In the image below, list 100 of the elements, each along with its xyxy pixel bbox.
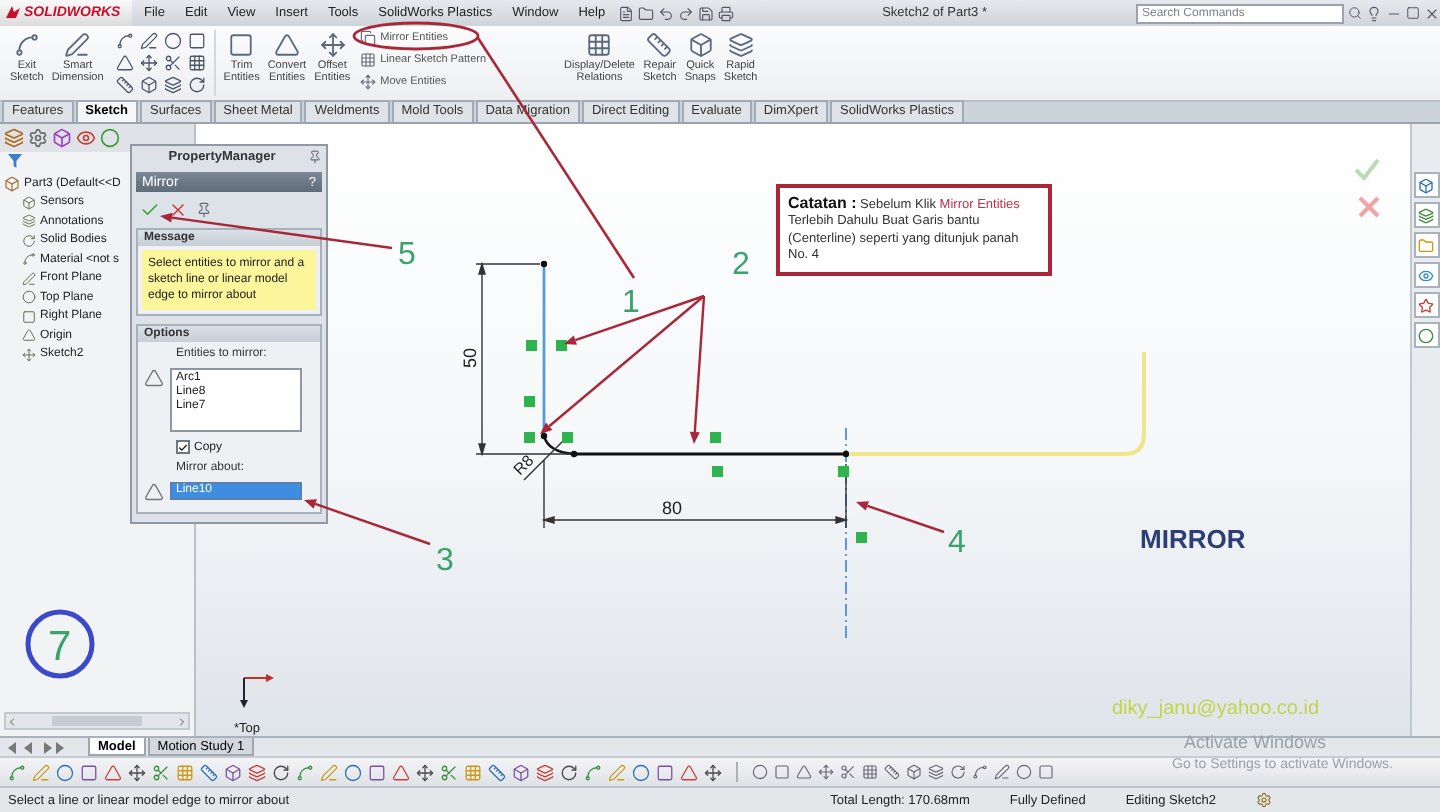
layers-icon[interactable] — [727, 32, 754, 58]
maximize-icon[interactable] — [1406, 6, 1420, 20]
copy-icon[interactable] — [360, 30, 377, 46]
curve-icon[interactable] — [8, 763, 26, 781]
rotate-icon[interactable] — [187, 76, 206, 94]
lightbulb-icon[interactable] — [1366, 5, 1382, 21]
scissors-icon[interactable] — [440, 763, 458, 781]
cancel-icon[interactable] — [168, 200, 188, 220]
redo-icon[interactable] — [677, 5, 694, 21]
move-icon[interactable] — [818, 764, 834, 780]
side-button[interactable] — [1413, 262, 1439, 288]
close-icon[interactable] — [1424, 5, 1440, 21]
triangle-icon[interactable] — [22, 328, 36, 343]
rotate-icon[interactable] — [22, 233, 36, 248]
side-button[interactable] — [1413, 202, 1439, 228]
layers-icon[interactable] — [4, 128, 24, 148]
undo-icon[interactable] — [657, 5, 674, 21]
side-button[interactable] — [1413, 292, 1439, 318]
layers-icon[interactable] — [248, 763, 266, 781]
cube-icon[interactable] — [22, 195, 36, 210]
circle-icon[interactable] — [22, 290, 36, 305]
pen-icon[interactable] — [139, 32, 158, 50]
cube-icon[interactable] — [52, 128, 72, 148]
cube-icon[interactable] — [512, 763, 530, 781]
save-icon[interactable] — [697, 5, 714, 21]
square-icon[interactable] — [187, 32, 206, 50]
ruler-icon[interactable] — [884, 764, 900, 780]
circle-icon[interactable] — [632, 763, 650, 781]
triangle-icon[interactable] — [273, 32, 300, 58]
cube-icon[interactable] — [139, 76, 158, 94]
scissors-icon[interactable] — [840, 764, 856, 780]
layers-icon[interactable] — [536, 763, 554, 781]
move-icon[interactable] — [704, 763, 722, 781]
circle-icon[interactable] — [163, 32, 182, 50]
grid-icon[interactable] — [187, 54, 206, 72]
gear-icon[interactable] — [1256, 792, 1272, 808]
rotate-icon[interactable] — [272, 763, 290, 781]
cube-icon[interactable] — [906, 764, 922, 780]
square-icon[interactable] — [80, 763, 98, 781]
move-icon[interactable] — [360, 74, 377, 90]
ruler-icon[interactable] — [488, 763, 506, 781]
pen-icon[interactable] — [994, 764, 1010, 780]
curve-icon[interactable] — [22, 252, 36, 267]
move-icon[interactable] — [22, 347, 36, 362]
grid-icon[interactable] — [360, 52, 377, 68]
curve-icon[interactable] — [296, 763, 314, 781]
relation-icon — [526, 340, 537, 351]
pen-icon[interactable] — [64, 32, 91, 58]
rotate-icon[interactable] — [560, 763, 578, 781]
curve-icon[interactable] — [972, 764, 988, 780]
circle-icon[interactable] — [752, 764, 768, 780]
curve-icon[interactable] — [584, 763, 602, 781]
checkbox[interactable] — [176, 440, 190, 454]
ruler-icon[interactable] — [200, 763, 218, 781]
eye-icon[interactable] — [76, 128, 96, 148]
grid-icon[interactable] — [586, 32, 613, 58]
triangle-icon[interactable] — [115, 54, 134, 72]
cube-icon[interactable] — [687, 32, 714, 58]
side-button[interactable] — [1413, 322, 1439, 348]
tab-navigation-icon[interactable] — [4, 741, 64, 753]
triangle-icon[interactable] — [796, 764, 812, 780]
triangle-icon[interactable] — [680, 763, 698, 781]
confirm-check-icon[interactable] — [1354, 158, 1380, 181]
search-icon[interactable] — [1348, 6, 1362, 20]
pen-icon[interactable] — [22, 271, 36, 286]
circle-icon[interactable] — [1016, 764, 1032, 780]
layers-icon[interactable] — [163, 76, 182, 94]
gear-icon[interactable] — [28, 128, 48, 148]
relation-icon — [524, 396, 535, 407]
ruler-icon[interactable] — [115, 76, 134, 94]
pin-icon[interactable] — [308, 150, 322, 164]
layers-icon[interactable] — [22, 214, 36, 229]
ok-check-icon[interactable] — [140, 200, 160, 220]
move-icon[interactable] — [416, 763, 434, 781]
scissors-icon[interactable] — [163, 54, 182, 72]
square-icon[interactable] — [368, 763, 386, 781]
circle-icon[interactable] — [56, 763, 74, 781]
move-icon[interactable] — [319, 32, 346, 58]
circle-icon[interactable] — [344, 763, 362, 781]
print-icon[interactable] — [717, 5, 734, 21]
square-icon[interactable] — [656, 763, 674, 781]
side-button[interactable] — [1413, 232, 1439, 258]
layers-icon[interactable] — [928, 764, 944, 780]
rotate-icon[interactable] — [950, 764, 966, 780]
folder-icon[interactable] — [637, 5, 654, 21]
square-icon[interactable] — [228, 32, 255, 58]
grid-icon[interactable] — [862, 764, 878, 780]
part-icon[interactable] — [4, 175, 20, 192]
new-file-icon[interactable] — [617, 5, 634, 21]
scissors-icon[interactable] — [152, 763, 170, 781]
pin-icon[interactable] — [196, 202, 212, 218]
move-icon[interactable] — [128, 763, 146, 781]
triangle-icon[interactable] — [104, 763, 122, 781]
ruler-icon[interactable] — [646, 32, 673, 58]
curve-icon[interactable] — [115, 32, 134, 50]
move-icon[interactable] — [139, 54, 158, 72]
cube-icon[interactable] — [224, 763, 242, 781]
curve-icon[interactable] — [13, 32, 40, 58]
side-button[interactable] — [1413, 172, 1439, 198]
triangle-icon[interactable] — [392, 763, 410, 781]
